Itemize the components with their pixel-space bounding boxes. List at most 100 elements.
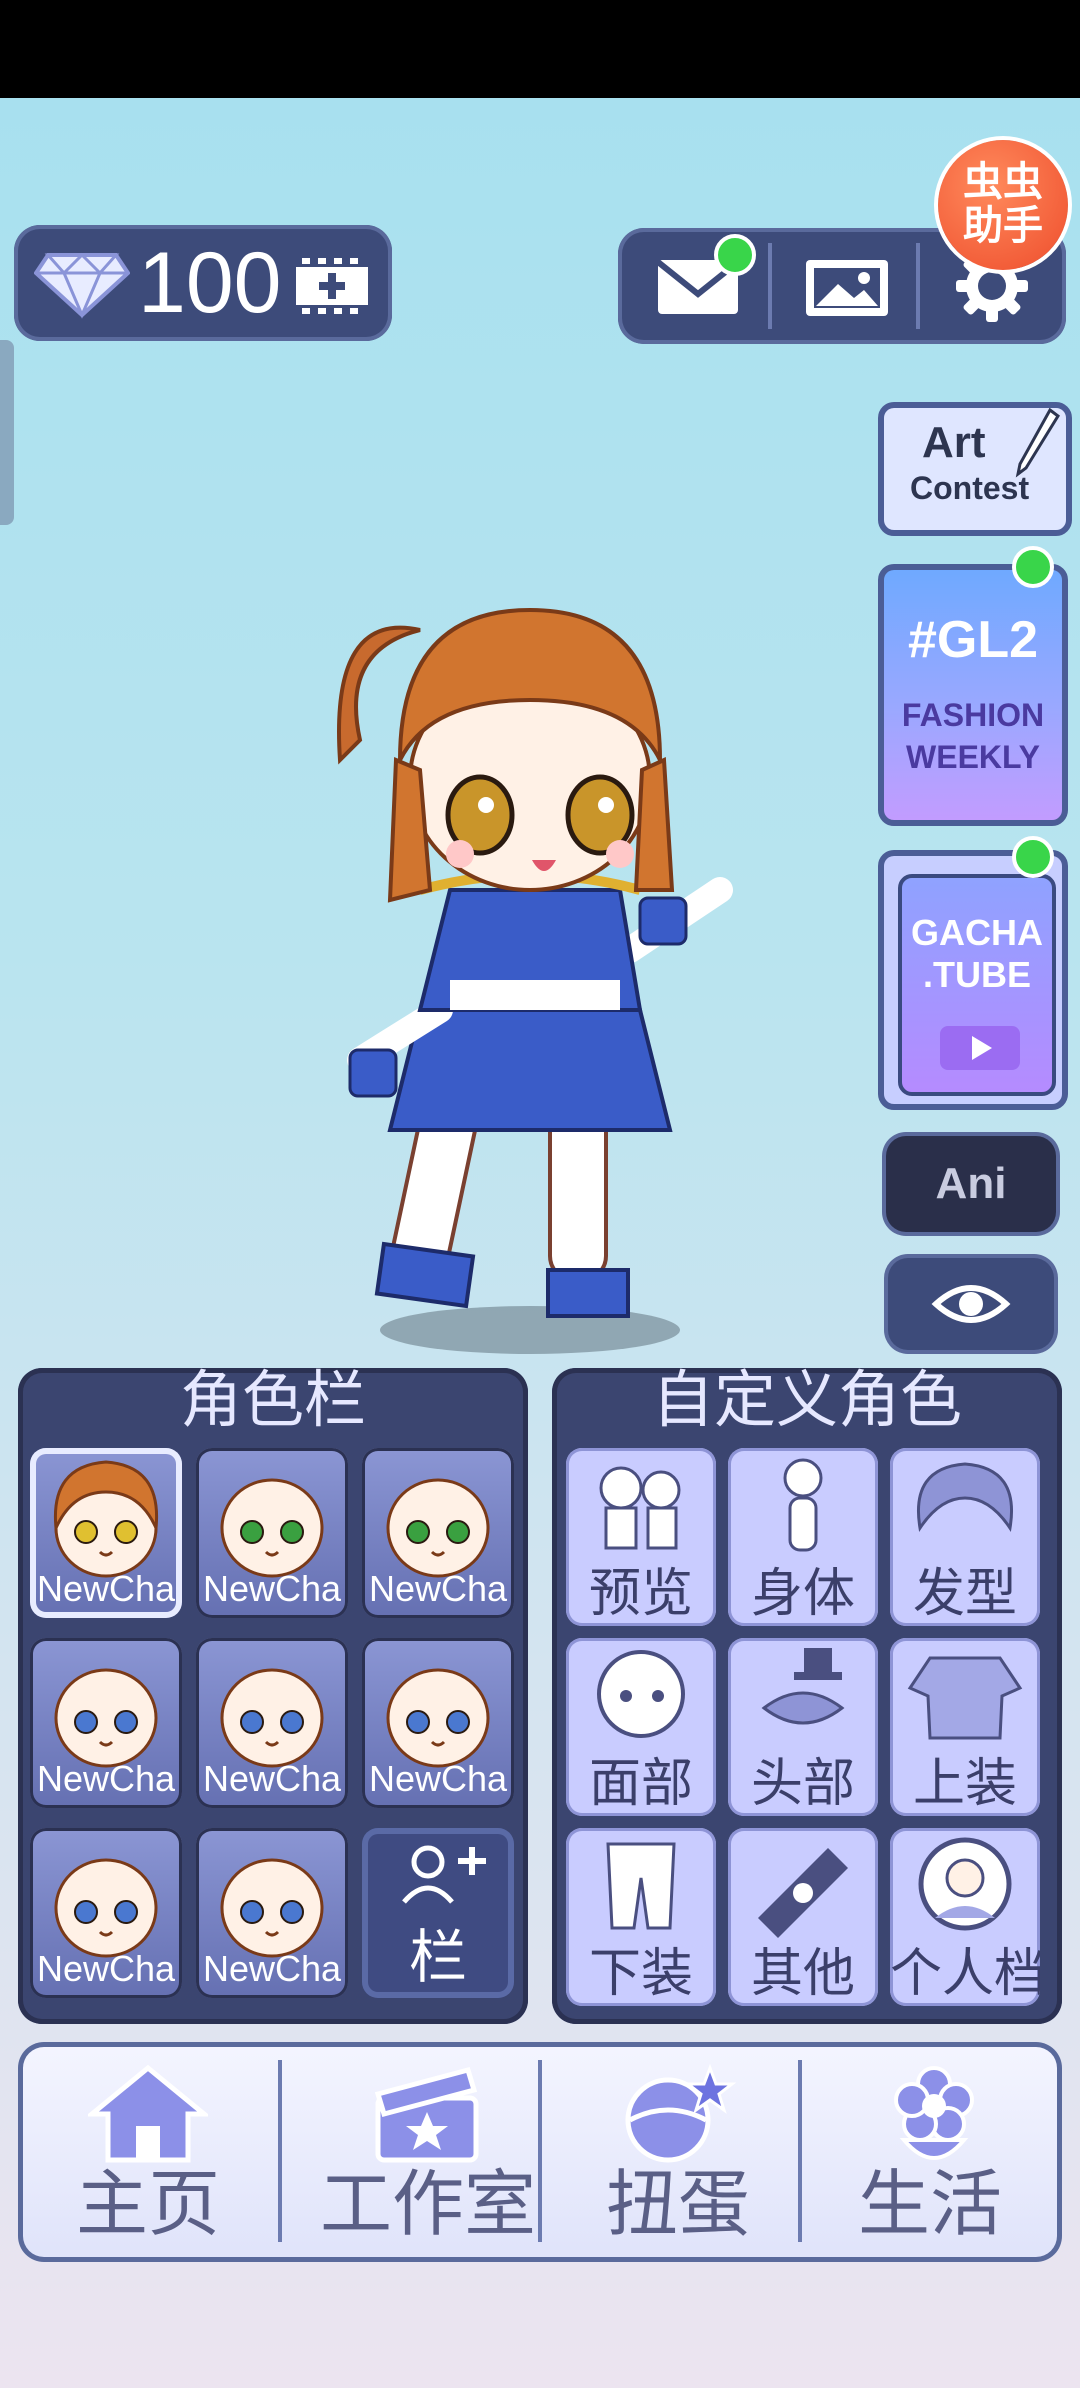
character-slot[interactable]: NewCha (362, 1448, 514, 1618)
gem-count: 100 (138, 235, 282, 331)
character-slot-name: NewCha (36, 1948, 176, 1989)
character-slot[interactable]: NewCha (196, 1638, 348, 1808)
gacha-tube-line1: GACHA (911, 912, 1043, 953)
nav-home-label: 主页 (75, 2162, 220, 2246)
clapperboard-icon (374, 2066, 479, 2163)
character-slot[interactable]: NewCha (362, 1638, 514, 1808)
gacha-tube-button[interactable]: GACHA .TUBE (878, 850, 1068, 1110)
top-clothing-icon (907, 1656, 1023, 1740)
eye-toggle-button[interactable] (888, 1258, 1054, 1350)
gacha-capsule-icon (625, 2064, 737, 2163)
character-slot[interactable]: NewCha (196, 1828, 348, 1998)
category-label: 头部 (750, 1754, 855, 1814)
gl2-title: #GL2 (907, 611, 1039, 669)
nav-life[interactable]: 生活 (798, 2042, 1062, 2262)
divider (768, 243, 772, 329)
flower-icon (894, 2066, 974, 2160)
gallery-image-icon[interactable] (802, 256, 892, 320)
gacha-tube-line2: .TUBE (923, 954, 1031, 995)
character-slot-name: NewCha (368, 1758, 508, 1799)
character-slot-name: NewCha (36, 1758, 176, 1799)
side-drawer-handle[interactable] (0, 340, 14, 525)
character-slot-name: NewCha (202, 1758, 342, 1799)
character-slot-name: NewCha (202, 1568, 342, 1609)
character-face-icon (54, 1858, 158, 1958)
gacha-tube-notification-dot (1012, 836, 1054, 878)
gacha-tube-screen: GACHA .TUBE (898, 874, 1056, 1096)
character-slot-name: NewCha (202, 1948, 342, 1989)
category-label: 其他 (750, 1944, 855, 2004)
face-icon (597, 1650, 685, 1738)
character-model[interactable] (300, 590, 760, 1360)
add-slot-label: 栏 (408, 1923, 467, 1991)
category-hair[interactable]: 发型 (890, 1448, 1040, 1626)
hair-icon (917, 1462, 1013, 1532)
nav-life-label: 生活 (857, 2162, 1002, 2246)
helper-badge[interactable]: 虫虫 助手 (938, 140, 1068, 270)
gl2-line2: WEEKLY (906, 739, 1040, 775)
mail-notification-dot (714, 234, 756, 276)
body-icon (783, 1458, 823, 1552)
house-icon (88, 2064, 208, 2163)
slots-panel-title: 角色栏 (179, 1363, 366, 1436)
nav-gacha[interactable]: 扭蛋 (578, 2042, 778, 2262)
add-slot-button[interactable]: 栏 (362, 1828, 514, 1998)
currency-bar: 100 (14, 225, 392, 341)
bottom-nav: 主页 工作室 扭蛋 生活 (18, 2042, 1062, 2262)
status-bar (0, 0, 1080, 98)
character-slot[interactable]: NewCha (30, 1448, 182, 1618)
character-face-icon (220, 1478, 324, 1578)
add-user-icon (402, 1845, 486, 1904)
category-label: 面部 (588, 1754, 693, 1814)
preview-icon (599, 1466, 681, 1550)
category-top-clothing[interactable]: 上装 (890, 1638, 1040, 1816)
bottom-clothing-icon (606, 1842, 676, 1930)
diamond-icon (34, 252, 130, 319)
nav-gacha-label: 扭蛋 (605, 2162, 750, 2246)
customize-panel-title: 自定义角色 (651, 1363, 962, 1436)
nav-studio[interactable]: 工作室 (278, 2042, 578, 2262)
gl2-fashion-weekly-button[interactable]: #GL2 FASHION WEEKLY (878, 564, 1068, 826)
category-label: 发型 (912, 1564, 1017, 1624)
helper-badge-line1: 虫虫 (963, 159, 1043, 205)
category-head-accessory[interactable]: 头部 (728, 1638, 878, 1816)
eye-icon (931, 1285, 1011, 1323)
character-face-icon (54, 1668, 158, 1768)
category-body[interactable]: 身体 (728, 1448, 878, 1626)
character-face-icon (386, 1668, 490, 1768)
nav-studio-label: 工作室 (319, 2162, 536, 2246)
character-face-icon (220, 1668, 324, 1768)
ani-button[interactable]: Ani (886, 1136, 1056, 1232)
category-label: 身体 (750, 1564, 855, 1624)
character-slot-name: NewCha (368, 1568, 508, 1609)
category-bottom-clothing[interactable]: 下装 (566, 1828, 716, 2006)
art-contest-button[interactable]: Art Contest (878, 402, 1072, 536)
character-face-icon (220, 1858, 324, 1958)
category-preview[interactable]: 预览 (566, 1448, 716, 1626)
character-face-icon (53, 1460, 159, 1578)
head-accessory-icon (761, 1648, 845, 1725)
category-other-item[interactable]: 其他 (728, 1828, 878, 2006)
pencil-icon (1015, 408, 1060, 478)
nav-home[interactable]: 主页 (18, 2042, 278, 2262)
category-face[interactable]: 面部 (566, 1638, 716, 1816)
profile-icon (918, 1837, 1012, 1931)
character-slot[interactable]: NewCha (30, 1828, 182, 1998)
character-face-icon (386, 1478, 490, 1578)
play-icon (940, 1026, 1020, 1070)
gl2-line1: FASHION (901, 697, 1045, 733)
gl2-notification-dot (1012, 546, 1054, 588)
category-label: 预览 (588, 1564, 693, 1624)
category-label: 下装 (588, 1944, 693, 2004)
helper-badge-line2: 助手 (963, 203, 1043, 249)
watch-ad-film-icon[interactable] (292, 251, 372, 321)
category-label: 上装 (912, 1754, 1017, 1814)
character-slot-name: NewCha (36, 1568, 176, 1609)
art-contest-line1: Art (922, 418, 986, 467)
other-item-icon (758, 1848, 848, 1938)
category-label: 个人档 (890, 1944, 1040, 2004)
category-profile[interactable]: 个人档 (890, 1828, 1040, 2006)
character-slot[interactable]: NewCha (30, 1638, 182, 1808)
divider (916, 243, 920, 329)
character-slot[interactable]: NewCha (196, 1448, 348, 1618)
